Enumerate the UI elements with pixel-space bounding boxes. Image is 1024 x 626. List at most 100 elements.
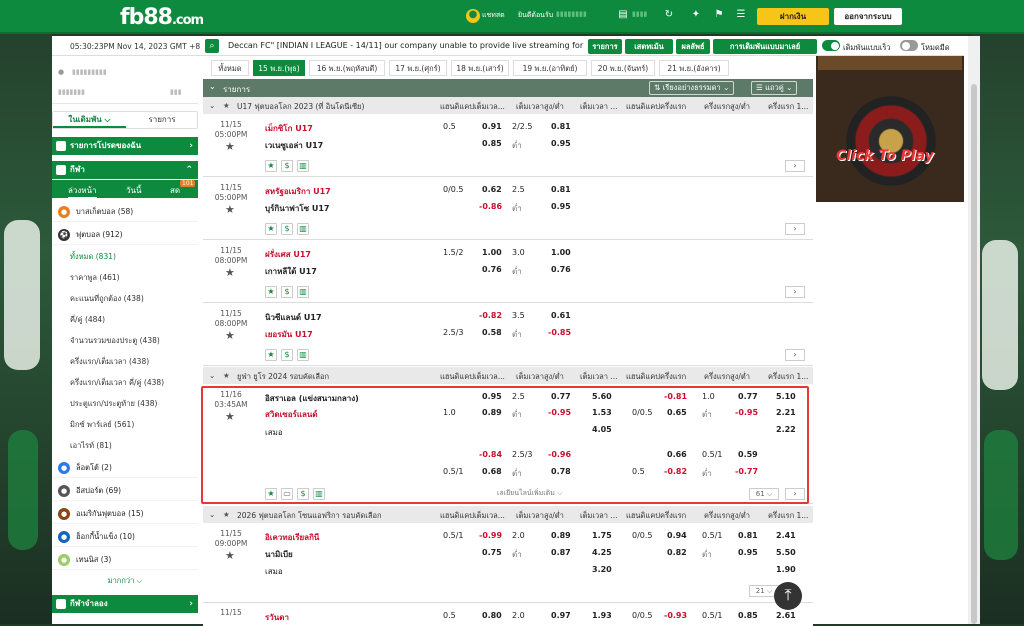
soccer-sub-odd-even[interactable]: คี่/คู่ (484) bbox=[52, 309, 198, 330]
date-tab-19[interactable]: 19 พ.ย.(อาทิตย์) bbox=[513, 60, 587, 76]
fh-handicap-odds[interactable]: 0.82 bbox=[667, 548, 687, 557]
statement-button[interactable]: เสตทเม้น bbox=[625, 39, 673, 54]
fast-bet-toggle[interactable] bbox=[822, 40, 840, 51]
tab-in-bet[interactable]: ในเดิมพัน ⌵ bbox=[53, 112, 126, 128]
results-button[interactable]: ผลลัพธ์ bbox=[676, 39, 710, 54]
livechat-link[interactable]: แชทสด bbox=[482, 10, 505, 21]
over-odds[interactable]: 0.61 bbox=[551, 311, 571, 320]
under-odds[interactable]: 0.76 bbox=[551, 265, 571, 274]
list-button[interactable]: รายการ bbox=[588, 39, 622, 54]
soccer-sub-mix-parlay[interactable]: มิกซ์ พาร์เลย์ (561) bbox=[52, 414, 198, 435]
over-odds[interactable]: 0.89 bbox=[551, 531, 571, 540]
logout-button[interactable]: ออกจากระบบ bbox=[834, 8, 902, 25]
star-icon[interactable]: ★ bbox=[225, 266, 235, 279]
under-odds[interactable]: 0.87 bbox=[551, 548, 571, 557]
casino-banner[interactable]: Click To Play bbox=[816, 56, 964, 202]
date-tab-all[interactable]: ทั้งหมด bbox=[211, 60, 249, 76]
home-win-odds[interactable]: 1.75 bbox=[592, 531, 612, 540]
wallet-icon[interactable]: ▤ bbox=[616, 9, 630, 23]
more-markets-button[interactable]: › bbox=[785, 349, 805, 361]
collapse-icon[interactable]: ⌄ bbox=[209, 101, 215, 110]
collapse-icon[interactable]: ⌄ bbox=[209, 82, 216, 91]
sidebar-item-tennis[interactable]: ● เทนนิส (3) bbox=[52, 550, 198, 570]
away-win-odds[interactable]: 4.25 bbox=[592, 548, 612, 557]
more-markets-button[interactable]: › bbox=[785, 223, 805, 235]
date-tab-15[interactable]: 15 พ.ย.(พุธ) bbox=[253, 60, 305, 76]
over-odds[interactable]: 0.81 bbox=[551, 122, 571, 131]
star-icon[interactable]: ★ bbox=[225, 140, 235, 153]
tab-early[interactable]: ล่วงหน้า bbox=[68, 184, 97, 199]
league-header[interactable]: ⌄ ★ U17 ฟุตบอลโลก 2023 (ที่ อินโดนีเซีย)… bbox=[203, 97, 813, 114]
promo-icon[interactable]: ✦ bbox=[686, 9, 706, 23]
sidebar-item-soccer[interactable]: ⚽ ฟุตบอล (912) bbox=[52, 225, 198, 245]
more-sports-link[interactable]: มากกว่า ⌵ bbox=[52, 575, 198, 587]
handicap-odds[interactable]: 0.85 bbox=[482, 139, 502, 148]
fh-handicap-odds[interactable]: -0.93 bbox=[664, 611, 687, 620]
odds-type-select[interactable]: การเดิมพันแบบมาเลย์ bbox=[713, 39, 817, 54]
soccer-sub-total-goals[interactable]: จำนวนรวมของประตู (438) bbox=[52, 330, 198, 351]
draw-odds[interactable]: 3.20 bbox=[592, 565, 612, 574]
tab-today[interactable]: วันนี้ bbox=[126, 184, 141, 197]
search-icon[interactable]: ⌕ bbox=[205, 39, 219, 53]
brand-logo[interactable]: fb88.com bbox=[120, 5, 204, 30]
fh-handicap-odds[interactable]: 0.94 bbox=[667, 531, 687, 540]
fh-away-win-odds[interactable]: 5.50 bbox=[776, 548, 796, 557]
handicap-odds[interactable]: 0.58 bbox=[482, 328, 502, 337]
soccer-sub-outright[interactable]: เอาไรท์ (81) bbox=[52, 435, 198, 456]
sidebar-item-american-football[interactable]: ● อเมริกันฟุตบอล (15) bbox=[52, 504, 198, 524]
fh-over-odds[interactable]: 0.81 bbox=[738, 531, 758, 540]
soccer-sub-ht-ft[interactable]: ครึ่งแรก/เต็มเวลา (438) bbox=[52, 351, 198, 372]
favorite-star-icon[interactable]: ★ bbox=[265, 223, 277, 235]
cashout-icon[interactable]: $ bbox=[281, 223, 293, 235]
over-odds[interactable]: 0.97 bbox=[551, 611, 571, 620]
stats-icon[interactable]: ▥ bbox=[297, 160, 309, 172]
handicap-odds[interactable]: -0.99 bbox=[479, 531, 502, 540]
sidebar-item-lotto[interactable]: ● ล็อตโต้ (2) bbox=[52, 458, 198, 478]
fh-over-odds[interactable]: 0.85 bbox=[738, 611, 758, 620]
favorites-section[interactable]: รายการโปรดของฉัน › bbox=[52, 137, 198, 155]
handicap-odds[interactable]: 0.76 bbox=[482, 265, 502, 274]
stats-icon[interactable]: ▥ bbox=[297, 223, 309, 235]
star-icon[interactable]: ★ bbox=[223, 510, 230, 519]
star-icon[interactable]: ★ bbox=[223, 101, 230, 110]
dark-mode-toggle[interactable] bbox=[900, 40, 918, 51]
sidebar-item-basketball[interactable]: ● บาสเก็ตบอล (58) bbox=[52, 202, 198, 222]
more-markets-button[interactable]: › bbox=[785, 286, 805, 298]
menu-list-icon[interactable]: ☰ bbox=[734, 9, 748, 23]
date-tab-16[interactable]: 16 พ.ย.(พฤหัสบดี) bbox=[309, 60, 385, 76]
star-icon[interactable]: ★ bbox=[225, 549, 235, 562]
star-icon[interactable]: ★ bbox=[225, 203, 235, 216]
handicap-odds[interactable]: -0.82 bbox=[479, 311, 502, 320]
soccer-sub-first-last-goal[interactable]: ประตูแรก/ประตูท้าย (438) bbox=[52, 393, 198, 414]
handicap-odds[interactable]: 0.91 bbox=[482, 122, 502, 131]
date-tab-17[interactable]: 17 พ.ย.(ศุกร์) bbox=[389, 60, 447, 76]
sort-select[interactable]: ⇅ เรียงอย่างธรรมดา ⌄ bbox=[649, 81, 735, 95]
fh-under-odds[interactable]: 0.95 bbox=[738, 548, 758, 557]
sports-section[interactable]: กีฬา ⌃ bbox=[52, 161, 198, 179]
over-odds[interactable]: 0.81 bbox=[551, 185, 571, 194]
home-win-odds[interactable]: 1.93 bbox=[592, 611, 612, 620]
under-odds[interactable]: -0.85 bbox=[548, 328, 571, 337]
livechat-icon[interactable]: ● bbox=[466, 9, 480, 23]
collapse-icon[interactable]: ⌄ bbox=[209, 371, 215, 380]
handicap-odds[interactable]: 0.80 bbox=[482, 611, 502, 620]
deposit-button[interactable]: ฝากเงิน bbox=[757, 8, 829, 25]
page-scrollbar[interactable] bbox=[968, 36, 980, 624]
notification-icon[interactable]: ⚑ bbox=[712, 9, 726, 23]
under-odds[interactable]: 0.95 bbox=[551, 202, 571, 211]
tab-list[interactable]: รายการ bbox=[126, 112, 198, 128]
rows-select[interactable]: ☰ แถวคู่ ⌄ bbox=[751, 81, 798, 95]
fh-draw-odds[interactable]: 1.90 bbox=[776, 565, 796, 574]
soccer-sub-ht-ft-odd-even[interactable]: ครึ่งแรก/เต็มเวลา คี่/คู่ (438) bbox=[52, 372, 198, 393]
stats-icon[interactable]: ▥ bbox=[297, 286, 309, 298]
collapse-icon[interactable]: ⌄ bbox=[209, 510, 215, 519]
under-odds[interactable]: 0.95 bbox=[551, 139, 571, 148]
league-header[interactable]: ⌄ ★ 2026 ฟุตบอลโลก โซนแอฟริกา รอบคัดเลือ… bbox=[203, 506, 813, 523]
star-icon[interactable]: ★ bbox=[225, 329, 235, 342]
cashout-icon[interactable]: $ bbox=[281, 349, 293, 361]
favorite-star-icon[interactable]: ★ bbox=[265, 286, 277, 298]
fh-home-win-odds[interactable]: 2.61 bbox=[776, 611, 796, 620]
sidebar-item-esports[interactable]: ● อีสปอร์ต (69) bbox=[52, 481, 198, 501]
favorite-star-icon[interactable]: ★ bbox=[265, 160, 277, 172]
banner-cta[interactable]: Click To Play bbox=[836, 148, 934, 164]
